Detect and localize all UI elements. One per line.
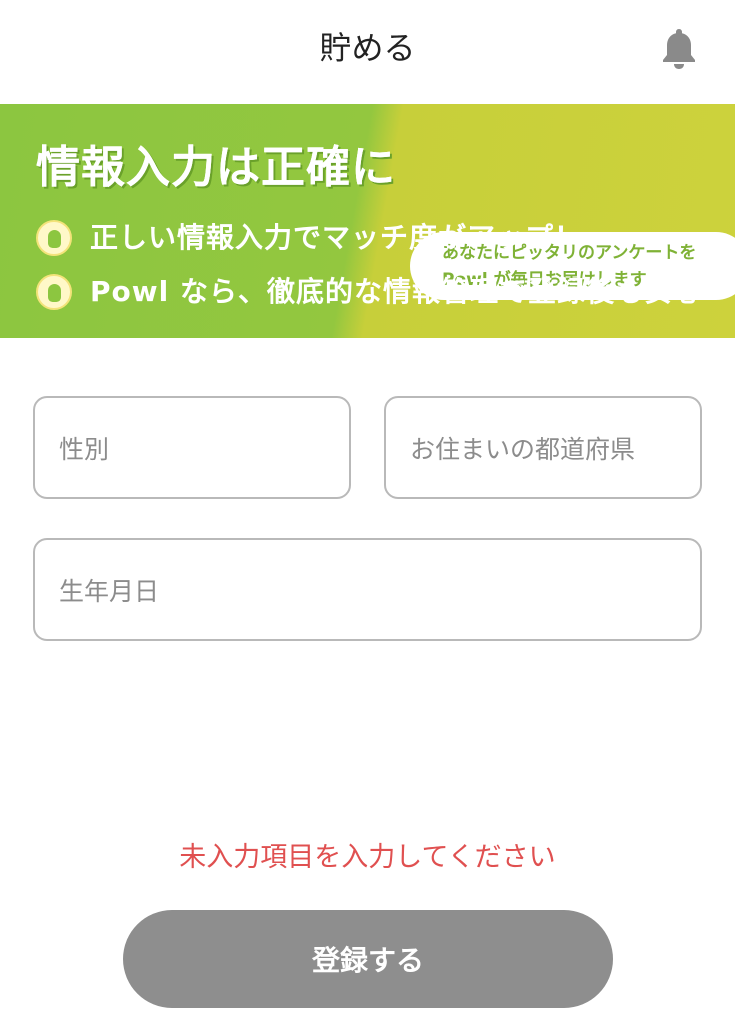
bell-icon[interactable] — [660, 26, 698, 70]
banner-title: 情報入力は正確に — [36, 142, 396, 193]
banner-point-2: Powl なら、徹底的な情報管理で登録後も安心 — [36, 272, 702, 312]
birthdate-field[interactable]: 生年月日 — [33, 538, 702, 641]
birthdate-placeholder: 生年月日 — [59, 576, 160, 606]
page-title: 貯める — [319, 29, 416, 67]
banner-point-1: 正しい情報入力でマッチ度がアップ！ — [36, 218, 583, 258]
app-header: 貯める — [0, 0, 735, 104]
register-button[interactable]: 登録する — [123, 910, 613, 1008]
error-message: 未入力項目を入力してください — [179, 842, 556, 873]
prefecture-field[interactable]: お住まいの都道府県 — [384, 396, 702, 499]
gender-placeholder: 性別 — [59, 434, 110, 464]
prefecture-placeholder: お住まいの都道府県 — [410, 434, 636, 464]
banner-point-text: Powl なら、徹底的な情報管理で登録後も安心 — [90, 275, 702, 308]
mascot-icon — [36, 274, 72, 310]
banner-point-text: 正しい情報入力でマッチ度がアップ！ — [90, 221, 584, 254]
info-banner: 情報入力は正確に あなたにピッタリのアンケートを Powl が毎日お届けします … — [0, 104, 735, 338]
gender-field[interactable]: 性別 — [33, 396, 351, 499]
mascot-icon — [36, 220, 72, 256]
